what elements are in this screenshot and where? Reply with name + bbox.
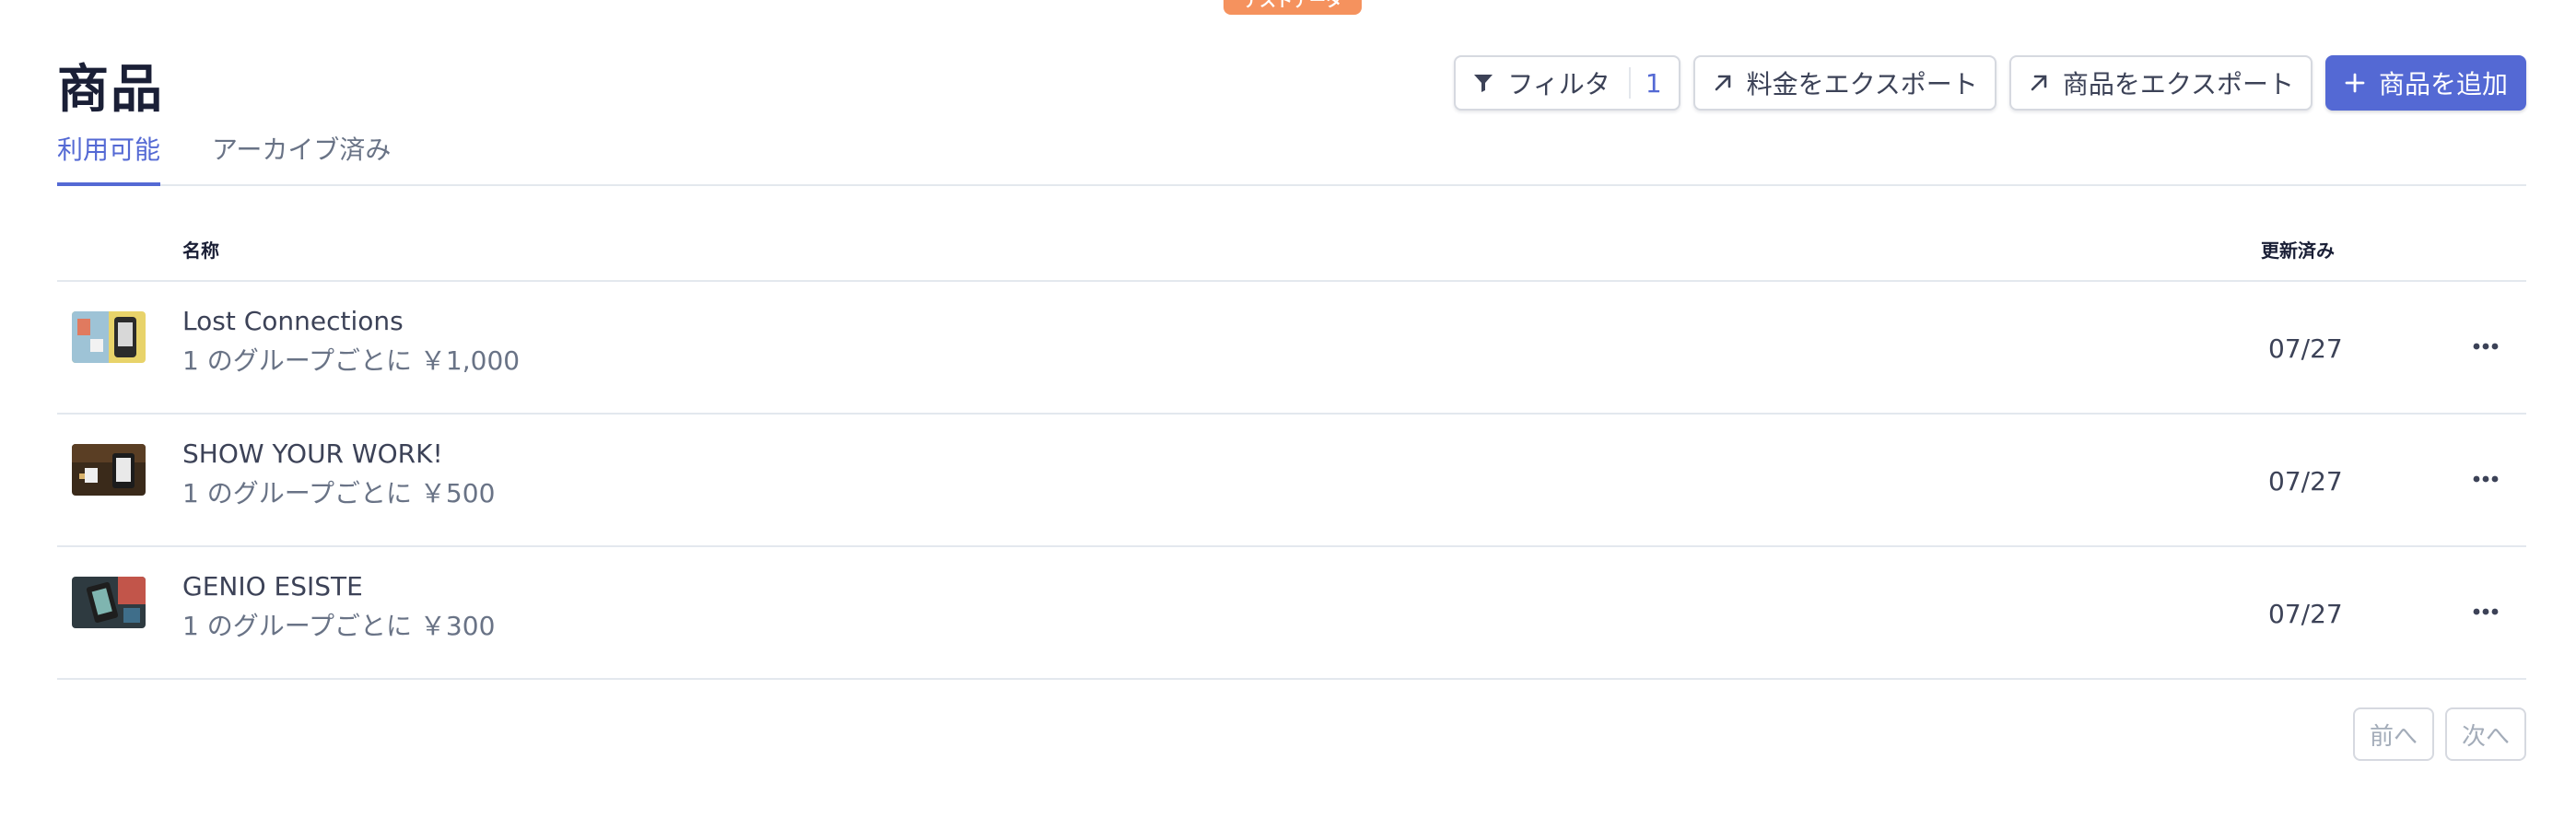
more-horizontal-icon	[2473, 475, 2499, 483]
column-header-updated[interactable]: 更新済み	[2261, 236, 2335, 263]
products-table: 名称 更新済み Lost Connections 1 のグループごとに ￥1,0…	[57, 217, 2526, 680]
export-prices-label: 料金をエクスポート	[1746, 69, 1978, 99]
more-horizontal-icon	[2473, 608, 2499, 615]
table-row[interactable]: GENIO ESISTE 1 のグループごとに ￥300 07/27	[57, 547, 2526, 680]
product-name[interactable]: Lost Connections	[182, 306, 404, 336]
updated-date: 07/27	[2268, 599, 2343, 629]
next-page-button[interactable]: 次へ	[2444, 707, 2526, 761]
export-prices-button[interactable]: 料金をエクスポート	[1692, 55, 1996, 111]
filter-icon	[1474, 75, 1493, 92]
prev-page-button[interactable]: 前へ	[2352, 707, 2434, 761]
export-products-label: 商品をエクスポート	[2062, 69, 2294, 99]
product-price: 1 のグループごとに ￥500	[182, 478, 496, 508]
product-image	[72, 444, 146, 496]
product-name[interactable]: SHOW YOUR WORK!	[182, 438, 443, 469]
product-image	[72, 577, 146, 628]
table-row[interactable]: Lost Connections 1 のグループごとに ￥1,000 07/27	[57, 282, 2526, 415]
filter-divider	[1628, 67, 1631, 99]
table-header: 名称 更新済み	[57, 217, 2526, 282]
arrow-up-right-icon	[1715, 75, 1730, 91]
filter-button[interactable]: フィルタ 1	[1454, 55, 1680, 111]
product-price: 1 のグループごとに ￥300	[182, 611, 496, 641]
add-product-label: 商品を追加	[2378, 69, 2508, 99]
more-horizontal-icon	[2473, 343, 2499, 350]
toolbar: フィルタ 1 料金をエクスポート 商品をエクスポート 商品を追加	[1454, 55, 2526, 111]
table-row[interactable]: SHOW YOUR WORK! 1 のグループごとに ￥500 07/27	[57, 415, 2526, 547]
updated-date: 07/27	[2268, 333, 2343, 364]
row-actions-button[interactable]	[2467, 332, 2504, 361]
column-header-name[interactable]: 名称	[182, 236, 219, 263]
row-actions-button[interactable]	[2467, 464, 2504, 494]
product-name[interactable]: GENIO ESISTE	[182, 571, 363, 602]
filter-count: 1	[1645, 67, 1662, 99]
arrow-up-right-icon	[2031, 75, 2047, 91]
tab-archived[interactable]: アーカイブ済み	[212, 129, 391, 186]
row-actions-button[interactable]	[2467, 597, 2504, 626]
plus-icon	[2345, 73, 2365, 93]
add-product-button[interactable]: 商品を追加	[2324, 55, 2526, 111]
tabs: 利用可能 アーカイブ済み	[57, 129, 2526, 186]
tab-available[interactable]: 利用可能	[57, 129, 161, 186]
export-products-button[interactable]: 商品をエクスポート	[2008, 55, 2313, 111]
updated-date: 07/27	[2268, 466, 2343, 497]
product-price: 1 のグループごとに ￥1,000	[182, 345, 521, 376]
test-data-badge: テストデータ	[1224, 0, 1362, 15]
filter-label: フィルタ	[1507, 69, 1610, 99]
product-image	[72, 311, 146, 363]
page-title: 商品	[57, 60, 164, 120]
pagination: 前へ 次へ	[2352, 707, 2526, 761]
